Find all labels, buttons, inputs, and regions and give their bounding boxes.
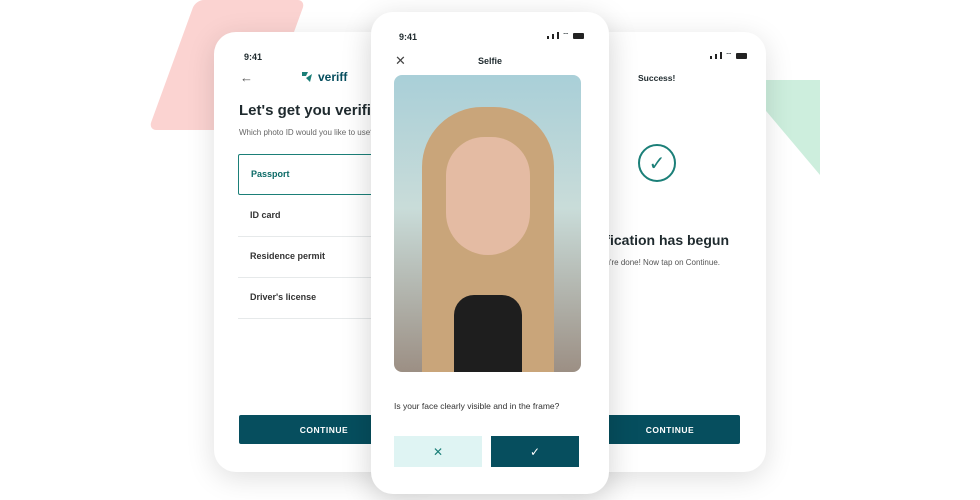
reject-button[interactable]: ✕: [394, 436, 482, 467]
success-subtitle: You're done! Now tap on Continue.: [596, 258, 720, 267]
selfie-question: Is your face clearly visible and in the …: [394, 401, 560, 411]
status-icons: ⌔: [547, 32, 584, 40]
status-time: 9:41: [399, 32, 418, 42]
phone-selfie: 9:41 ⌔ ✕ Selfie Is your face clearly vis…: [371, 12, 609, 494]
page-title: Let's get you verified: [239, 102, 389, 119]
success-check-icon: ✓: [638, 144, 676, 182]
continue-button[interactable]: CONTINUE: [600, 415, 740, 444]
back-arrow-icon[interactable]: ←: [240, 70, 253, 85]
check-icon: ✓: [529, 444, 541, 459]
brand-name: veriff: [318, 70, 348, 84]
selfie-photo: [394, 75, 581, 372]
selfie-title: Selfie: [477, 56, 502, 66]
accept-button[interactable]: ✓: [491, 436, 579, 467]
veriff-logo: veriff: [300, 70, 347, 84]
page-subtitle: Which photo ID would you like to use?: [239, 128, 375, 137]
success-header: Success!: [638, 73, 676, 83]
veriff-logo-icon: [302, 72, 312, 82]
status-icons: ⌔: [710, 52, 747, 60]
x-icon: ✕: [432, 444, 444, 459]
status-time: 9:41: [244, 52, 263, 62]
